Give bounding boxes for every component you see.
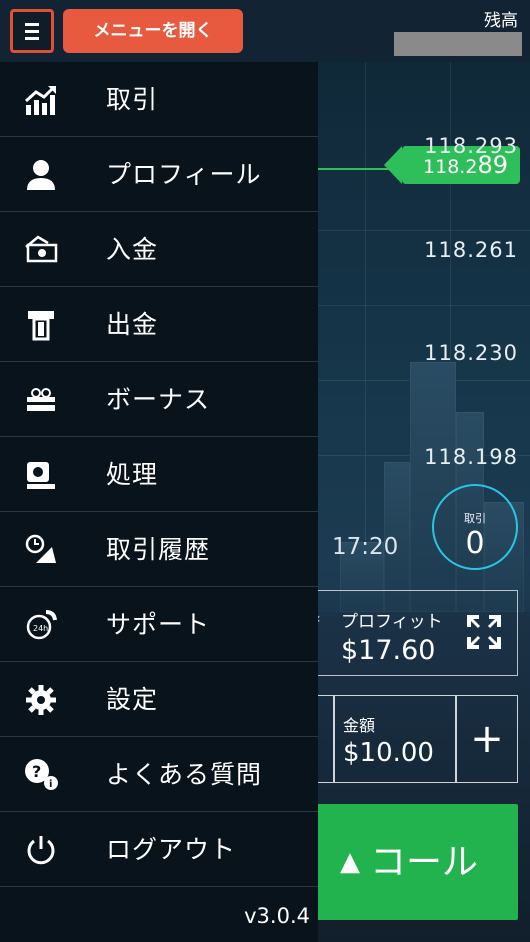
menu-item-label: プロフィール	[106, 160, 262, 189]
menu-item-bonus[interactable]: ボーナス	[0, 362, 318, 437]
open-trades-indicator[interactable]: 取引 0	[432, 484, 518, 570]
menu-item-label: よくある質問	[106, 760, 263, 789]
open-menu-tooltip: メニューを開く	[63, 9, 243, 53]
amount-value: $10.00	[343, 738, 434, 768]
hamburger-menu-button[interactable]	[10, 9, 54, 53]
menu-item-label: 取引履歴	[106, 535, 211, 564]
grid-line	[318, 230, 530, 231]
menu-item-logout[interactable]: ログアウト	[0, 812, 318, 887]
menu-item-withdraw[interactable]: 出金	[0, 287, 318, 362]
menu-item-deposit[interactable]: 入金	[0, 212, 318, 287]
hamburger-line	[25, 37, 39, 40]
svg-text:24h: 24h	[33, 624, 48, 633]
trades-count: 0	[465, 526, 485, 561]
menu-item-label: 処理	[106, 460, 159, 489]
up-arrow-icon: ▲	[339, 847, 360, 877]
profit-label: プロフィット	[341, 612, 443, 632]
axis-price-label: 118.230	[424, 341, 518, 365]
faq-icon: ? i	[25, 759, 58, 790]
axis-price-label: 118.261	[424, 238, 518, 262]
balance-label: 残高	[484, 11, 518, 31]
gear-icon	[26, 685, 56, 715]
process-icon	[27, 462, 55, 489]
amount-plus-button[interactable]: +	[456, 695, 518, 783]
menu-item-label: サポート	[106, 610, 211, 639]
history-icon	[25, 534, 56, 563]
building	[410, 362, 456, 612]
chart-up-icon	[24, 85, 56, 115]
menu-item-support[interactable]: 24h サポート	[0, 587, 318, 662]
svg-text:?: ?	[32, 762, 41, 781]
user-icon	[27, 160, 55, 190]
time-axis-label: 17:20	[332, 534, 399, 560]
trades-label: 取引	[464, 512, 486, 525]
amount-label: 金額	[343, 716, 376, 735]
expand-icon[interactable]	[467, 615, 501, 649]
bonus-icon	[27, 388, 55, 411]
grid-line	[318, 305, 530, 306]
menu-item-label: ログアウト	[106, 835, 237, 864]
menu-item-process[interactable]: 処理	[0, 437, 318, 512]
hamburger-line	[25, 23, 39, 26]
amount-field[interactable]: 金額 $10.00	[334, 695, 456, 783]
side-menu: 取引 プロフィール 入金 出金 ボーナス 処理 取引履歴 24h サポート 設定…	[0, 62, 318, 942]
axis-price-label: 118.293	[424, 134, 518, 158]
profit-panel: ‹ プロフィット $17.60	[300, 590, 518, 676]
withdraw-icon	[28, 311, 54, 341]
menu-item-label: 取引	[106, 85, 159, 114]
power-icon	[27, 836, 55, 865]
deposit-icon	[25, 235, 58, 263]
menu-item-trade[interactable]: 取引	[0, 62, 318, 137]
app-version: v3.0.4	[244, 904, 310, 928]
hamburger-line	[25, 30, 39, 33]
menu-item-history[interactable]: 取引履歴	[0, 512, 318, 587]
support-icon: 24h	[26, 610, 57, 640]
call-label: コール	[369, 842, 478, 883]
profit-value: $17.60	[341, 635, 436, 666]
menu-item-label: ボーナス	[106, 385, 211, 414]
menu-item-settings[interactable]: 設定	[0, 662, 318, 737]
top-bar: メニューを開く 残高	[0, 0, 530, 62]
menu-item-label: 入金	[106, 235, 159, 264]
axis-price-label: 118.198	[424, 445, 518, 469]
call-button[interactable]: ▲ コール	[300, 804, 518, 920]
balance-value-redacted	[394, 32, 522, 56]
menu-item-label: 出金	[106, 310, 159, 339]
svg-text:i: i	[49, 779, 52, 790]
menu-item-profile[interactable]: プロフィール	[0, 137, 318, 212]
menu-item-faq[interactable]: ? i よくある質問	[0, 737, 318, 812]
menu-item-label: 設定	[106, 685, 159, 714]
